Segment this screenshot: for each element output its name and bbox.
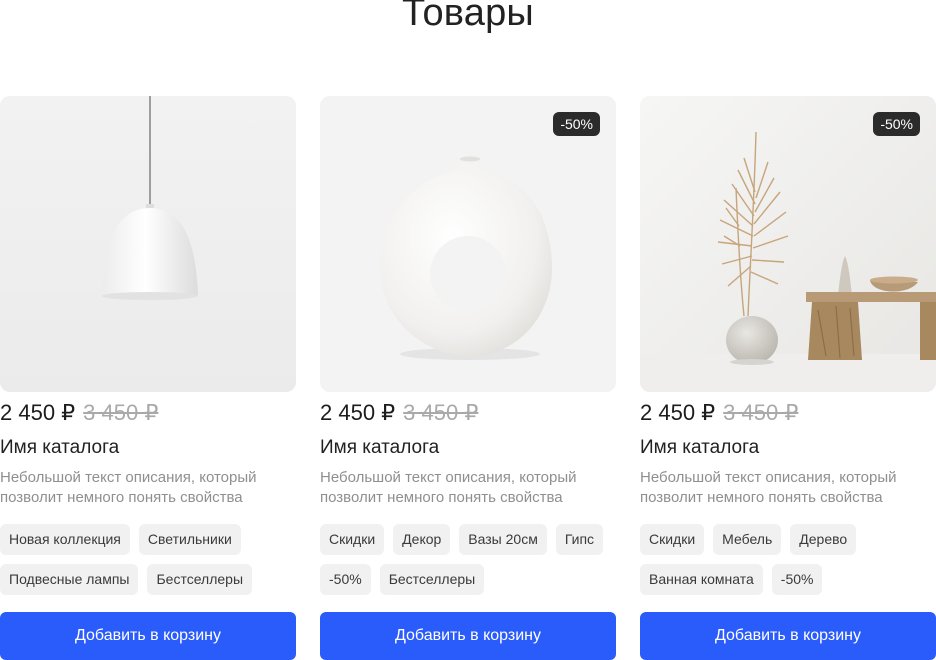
price-current: 2 450 ₽ bbox=[0, 400, 76, 425]
tag[interactable]: Скидки bbox=[320, 524, 385, 555]
tag-row: Ванная комната -50% bbox=[640, 564, 936, 595]
tag[interactable]: -50% bbox=[771, 564, 823, 595]
add-to-cart-button[interactable]: Добавить в корзину bbox=[0, 612, 296, 660]
tag[interactable]: -50% bbox=[320, 564, 371, 595]
tag[interactable]: Бестселлеры bbox=[147, 564, 253, 595]
product-image-donut-vase[interactable]: -50% bbox=[320, 96, 616, 392]
tag-list: Скидки Декор Вазы 20см Гипс -50% Бестсел… bbox=[320, 524, 616, 604]
price-current: 2 450 ₽ bbox=[640, 400, 716, 425]
product-card: -50% 2 450 ₽ 3 450 ₽ Имя каталога Небольш… bbox=[640, 96, 936, 660]
tag[interactable]: Бестселлеры bbox=[379, 564, 485, 595]
product-description: Небольшой текст описания, который позвол… bbox=[640, 469, 897, 506]
product-grid: 2 450 ₽ 3 450 ₽ Имя каталога Небольшой те… bbox=[0, 96, 936, 660]
tag-row: Скидки Мебель Дерево bbox=[640, 524, 936, 555]
tag-row: Скидки Декор Вазы 20см Гипс bbox=[320, 524, 616, 555]
pendant-lamp-image bbox=[0, 96, 296, 392]
price-old: 3 450 ₽ bbox=[83, 400, 159, 425]
add-to-cart-button[interactable]: Добавить в корзину bbox=[320, 612, 616, 660]
product-image-pendant-lamp[interactable] bbox=[0, 96, 296, 392]
tag[interactable]: Светильники bbox=[138, 524, 241, 555]
product-description: Небольшой текст описания, который позвол… bbox=[320, 469, 577, 506]
tag[interactable]: Подвесные лампы bbox=[0, 564, 139, 595]
product-image-dried-palm-decor[interactable]: -50% bbox=[640, 96, 936, 392]
price-row: 2 450 ₽ 3 450 ₽ bbox=[640, 400, 798, 426]
tag[interactable]: Гипс bbox=[555, 524, 604, 555]
tag[interactable]: Мебель bbox=[713, 524, 782, 555]
page-title: Товары bbox=[402, 0, 534, 34]
tag[interactable]: Вазы 20см bbox=[459, 524, 547, 555]
tag[interactable]: Ванная комната bbox=[640, 564, 763, 595]
discount-badge: -50% bbox=[553, 112, 600, 136]
product-description: Небольшой текст описания, который позвол… bbox=[0, 469, 257, 506]
tag[interactable]: Скидки bbox=[640, 524, 705, 555]
tag[interactable]: Дерево bbox=[790, 524, 857, 555]
product-title[interactable]: Имя каталога bbox=[640, 437, 759, 459]
discount-badge: -50% bbox=[873, 112, 920, 136]
price-row: 2 450 ₽ 3 450 ₽ bbox=[320, 400, 478, 426]
tag-row: Подвесные лампы Бестселлеры bbox=[0, 564, 296, 595]
product-title[interactable]: Имя каталога bbox=[320, 437, 439, 459]
tag-list: Скидки Мебель Дерево Ванная комната -50% bbox=[640, 524, 936, 604]
price-row: 2 450 ₽ 3 450 ₽ bbox=[0, 400, 158, 426]
tag[interactable]: Декор bbox=[393, 524, 451, 555]
dried-palm-decor-image bbox=[640, 96, 936, 392]
tag[interactable]: Новая коллекция bbox=[0, 524, 130, 555]
price-old: 3 450 ₽ bbox=[403, 400, 479, 425]
add-to-cart-button[interactable]: Добавить в корзину bbox=[640, 612, 936, 660]
tag-list: Новая коллекция Светильники Подвесные ла… bbox=[0, 524, 296, 604]
product-title[interactable]: Имя каталога bbox=[0, 437, 119, 459]
product-card: 2 450 ₽ 3 450 ₽ Имя каталога Небольшой те… bbox=[0, 96, 296, 660]
product-card: -50% 2 450 ₽ 3 450 ₽ Имя каталога Небольш… bbox=[320, 96, 616, 660]
price-old: 3 450 ₽ bbox=[723, 400, 799, 425]
tag-row: Новая коллекция Светильники bbox=[0, 524, 296, 555]
price-current: 2 450 ₽ bbox=[320, 400, 396, 425]
tag-row: -50% Бестселлеры bbox=[320, 564, 616, 595]
donut-vase-image bbox=[320, 96, 616, 392]
